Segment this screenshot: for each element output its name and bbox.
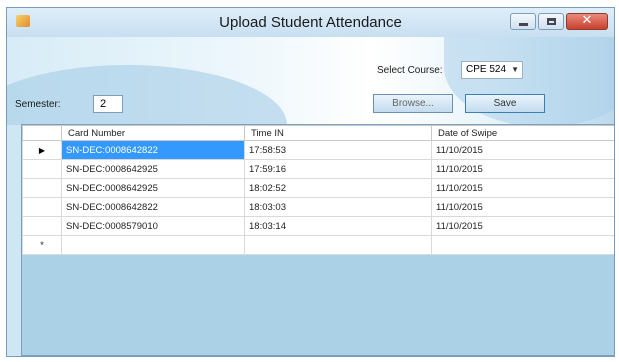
column-header-date-of-swipe[interactable]: Date of Swipe — [431, 125, 614, 141]
table-row[interactable]: SN-DEC:0008642925 18:02:52 11/10/2015 — [22, 178, 614, 198]
course-select[interactable]: CPE 524 ▼ — [461, 61, 523, 79]
maximize-icon — [547, 18, 556, 25]
cell-card-number[interactable] — [61, 235, 245, 255]
cell-date-of-swipe[interactable]: 11/10/2015 — [431, 197, 614, 217]
title-bar[interactable]: Upload Student Attendance ✕ — [7, 8, 614, 38]
cell-time-in[interactable]: 17:58:53 — [244, 140, 432, 160]
attendance-grid[interactable]: Card Number Time IN Date of Swipe ▶ SN-D… — [21, 124, 614, 356]
cell-time-in[interactable] — [244, 235, 432, 255]
background-wave-left — [7, 65, 287, 125]
minimize-button[interactable] — [510, 13, 536, 30]
cell-card-number[interactable]: SN-DEC:0008642822 — [61, 197, 245, 217]
row-header[interactable] — [22, 216, 62, 236]
cell-date-of-swipe[interactable] — [431, 235, 614, 255]
cell-time-in[interactable]: 17:59:16 — [244, 159, 432, 179]
new-row-icon: * — [40, 239, 44, 251]
cell-date-of-swipe[interactable]: 11/10/2015 — [431, 159, 614, 179]
current-row-icon: ▶ — [38, 145, 46, 155]
cell-card-number[interactable]: SN-DEC:0008642822 — [61, 140, 245, 160]
table-row[interactable]: SN-DEC:0008579010 18:03:14 11/10/2015 — [22, 216, 614, 236]
cell-card-number[interactable]: SN-DEC:0008642925 — [61, 178, 245, 198]
row-header[interactable]: * — [22, 235, 62, 255]
row-header[interactable] — [22, 178, 62, 198]
attendance-table: Card Number Time IN Date of Swipe ▶ SN-D… — [22, 125, 614, 255]
table-row[interactable]: SN-DEC:0008642822 18:03:03 11/10/2015 — [22, 197, 614, 217]
column-header-card-number[interactable]: Card Number — [61, 125, 245, 141]
table-row[interactable]: ▶ SN-DEC:0008642822 17:58:53 11/10/2015 — [22, 140, 614, 160]
semester-label: Semester: — [15, 99, 61, 110]
cell-date-of-swipe[interactable]: 11/10/2015 — [431, 140, 614, 160]
cell-time-in[interactable]: 18:03:14 — [244, 216, 432, 236]
cell-card-number[interactable]: SN-DEC:0008579010 — [61, 216, 245, 236]
cell-date-of-swipe[interactable]: 11/10/2015 — [431, 178, 614, 198]
cell-time-in[interactable]: 18:02:52 — [244, 178, 432, 198]
cell-time-in[interactable]: 18:03:03 — [244, 197, 432, 217]
app-window: Upload Student Attendance ✕ Select Cours… — [6, 7, 615, 357]
header-row: Card Number Time IN Date of Swipe — [22, 125, 614, 141]
semester-input[interactable]: 2 — [93, 95, 123, 113]
save-button[interactable]: Save — [465, 94, 545, 113]
column-header-time-in[interactable]: Time IN — [244, 125, 432, 141]
row-header-corner[interactable] — [22, 125, 62, 141]
minimize-icon — [519, 23, 528, 26]
browse-button[interactable]: Browse... — [373, 94, 453, 113]
row-header[interactable] — [22, 197, 62, 217]
row-header[interactable]: ▶ — [22, 140, 62, 160]
course-select-value: CPE 524 — [466, 64, 507, 75]
cell-date-of-swipe[interactable]: 11/10/2015 — [431, 216, 614, 236]
chevron-down-icon[interactable]: ▼ — [511, 62, 519, 78]
row-header[interactable] — [22, 159, 62, 179]
close-icon: ✕ — [581, 13, 593, 28]
table-row[interactable]: SN-DEC:0008642925 17:59:16 11/10/2015 — [22, 159, 614, 179]
maximize-button[interactable] — [538, 13, 564, 30]
new-row[interactable]: * — [22, 235, 614, 255]
window-controls: ✕ — [510, 13, 608, 30]
course-label: Select Course: — [377, 65, 443, 76]
cell-card-number[interactable]: SN-DEC:0008642925 — [61, 159, 245, 179]
close-button[interactable]: ✕ — [566, 13, 608, 30]
